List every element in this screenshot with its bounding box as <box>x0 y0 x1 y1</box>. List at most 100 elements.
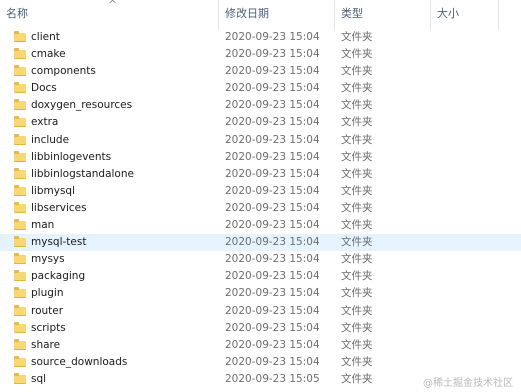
file-date: 2020-09-23 15:04 <box>225 116 320 129</box>
file-list: client 2020-09-23 15:04 文件夹 cmake 2020-09-23… <box>0 29 521 388</box>
column-header-size[interactable]: 大小 <box>431 0 499 30</box>
file-row[interactable]: cmake 2020-09-23 15:04 文件夹 <box>0 46 521 63</box>
folder-icon <box>14 82 26 94</box>
file-name-cell: sql <box>14 371 219 388</box>
column-header-type-label: 类型 <box>341 7 363 20</box>
folder-icon <box>14 270 26 282</box>
file-name-cell: scripts <box>14 320 219 337</box>
file-date: 2020-09-23 15:04 <box>225 321 320 334</box>
file-type: 文件夹 <box>341 48 373 61</box>
column-header-name-label: 名称 <box>6 7 28 20</box>
folder-icon <box>14 31 26 42</box>
column-header-row: 名称 ^ 修改日期 类型 大小 <box>0 0 521 30</box>
file-name-cell: libbinlogevents <box>14 149 219 166</box>
file-name: source_downloads <box>31 355 128 368</box>
file-name-cell: man <box>14 217 219 234</box>
file-row[interactable]: libbinlogstandalone 2020-09-23 15:04 文件夹 <box>0 166 521 183</box>
file-row[interactable]: extra 2020-09-23 15:04 文件夹 <box>0 114 521 131</box>
file-name: plugin <box>31 287 64 300</box>
file-row[interactable]: source_downloads 2020-09-23 15:04 文件夹 <box>0 354 521 371</box>
column-header-date[interactable]: 修改日期 <box>219 0 335 30</box>
file-date: 2020-09-23 15:04 <box>225 201 320 214</box>
folder-icon <box>14 150 26 162</box>
file-date: 2020-09-23 15:04 <box>225 304 320 317</box>
file-date: 2020-09-23 15:04 <box>225 150 320 163</box>
file-date: 2020-09-23 15:04 <box>225 82 320 95</box>
file-date: 2020-09-23 15:04 <box>225 184 320 197</box>
file-type: 文件夹 <box>341 321 373 334</box>
folder-icon <box>14 133 26 145</box>
file-row[interactable]: man 2020-09-23 15:04 文件夹 <box>0 217 521 234</box>
file-row[interactable]: client 2020-09-23 15:04 文件夹 <box>0 29 521 46</box>
file-row[interactable]: libservices 2020-09-23 15:04 文件夹 <box>0 200 521 217</box>
file-name: include <box>31 133 70 146</box>
file-type: 文件夹 <box>341 270 373 283</box>
file-name: cmake <box>31 48 66 61</box>
column-header-type[interactable]: 类型 <box>335 0 431 30</box>
file-row[interactable]: doxygen_resources 2020-09-23 15:04 文件夹 <box>0 97 521 114</box>
file-date: 2020-09-23 15:04 <box>225 31 320 43</box>
file-name: libbinlogstandalone <box>31 167 134 180</box>
file-row[interactable]: Docs 2020-09-23 15:04 文件夹 <box>0 80 521 97</box>
file-name-cell: libbinlogstandalone <box>14 166 219 183</box>
file-row[interactable]: scripts 2020-09-23 15:04 文件夹 <box>0 320 521 337</box>
file-date: 2020-09-23 15:04 <box>225 99 320 112</box>
folder-icon <box>14 304 26 316</box>
file-row[interactable]: include 2020-09-23 15:04 文件夹 <box>0 132 521 149</box>
file-name-cell: router <box>14 303 219 320</box>
column-header-name[interactable]: 名称 ^ <box>0 0 219 30</box>
folder-icon <box>14 338 26 350</box>
file-row[interactable]: share 2020-09-23 15:04 文件夹 <box>0 337 521 354</box>
file-row[interactable]: packaging 2020-09-23 15:04 文件夹 <box>0 268 521 285</box>
file-name: mysys <box>31 253 65 266</box>
file-date: 2020-09-23 15:05 <box>225 372 320 385</box>
file-row[interactable]: libbinlogevents 2020-09-23 15:04 文件夹 <box>0 149 521 166</box>
file-date: 2020-09-23 15:04 <box>225 65 320 78</box>
file-row[interactable]: libmysql 2020-09-23 15:04 文件夹 <box>0 183 521 200</box>
file-name: components <box>31 65 96 78</box>
file-name: packaging <box>31 270 86 283</box>
file-type: 文件夹 <box>341 31 373 43</box>
file-type: 文件夹 <box>341 372 373 385</box>
file-name-cell: mysql-test <box>14 234 219 251</box>
folder-icon <box>14 219 26 231</box>
file-date: 2020-09-23 15:04 <box>225 287 320 300</box>
file-type: 文件夹 <box>341 219 373 232</box>
folder-icon <box>14 201 26 213</box>
file-date: 2020-09-23 15:04 <box>225 167 320 180</box>
file-type: 文件夹 <box>341 116 373 129</box>
file-row[interactable]: plugin 2020-09-23 15:04 文件夹 <box>0 285 521 302</box>
file-row[interactable]: mysql-test 2020-09-23 15:04 文件夹 <box>0 234 521 252</box>
file-name: sql <box>31 372 47 385</box>
sort-ascending-icon: ^ <box>108 0 118 11</box>
file-type: 文件夹 <box>341 184 373 197</box>
file-name-cell: components <box>14 63 219 80</box>
file-name-cell: libmysql <box>14 183 219 200</box>
file-row[interactable]: components 2020-09-23 15:04 文件夹 <box>0 63 521 80</box>
folder-icon <box>14 65 26 77</box>
file-name-cell: doxygen_resources <box>14 97 219 114</box>
folder-icon <box>14 372 26 384</box>
file-date: 2020-09-23 15:04 <box>225 48 320 61</box>
file-date: 2020-09-23 15:04 <box>225 219 320 232</box>
file-type: 文件夹 <box>341 201 373 214</box>
folder-icon <box>14 236 26 248</box>
file-row[interactable]: router 2020-09-23 15:04 文件夹 <box>0 303 521 320</box>
file-type: 文件夹 <box>341 304 373 317</box>
file-type: 文件夹 <box>341 253 373 266</box>
folder-icon <box>14 355 26 367</box>
file-date: 2020-09-23 15:04 <box>225 253 320 266</box>
file-name: router <box>31 304 64 317</box>
file-name-cell: extra <box>14 114 219 131</box>
file-name: mysql-test <box>31 236 87 249</box>
file-name-cell: include <box>14 132 219 149</box>
file-name: extra <box>31 116 59 129</box>
file-name: share <box>31 338 61 351</box>
file-date: 2020-09-23 15:04 <box>225 355 320 368</box>
file-date: 2020-09-23 15:04 <box>225 338 320 351</box>
file-name-cell: plugin <box>14 285 219 302</box>
file-row[interactable]: mysys 2020-09-23 15:04 文件夹 <box>0 251 521 268</box>
file-type: 文件夹 <box>341 287 373 300</box>
folder-icon <box>14 287 26 299</box>
file-date: 2020-09-23 15:04 <box>225 270 320 283</box>
